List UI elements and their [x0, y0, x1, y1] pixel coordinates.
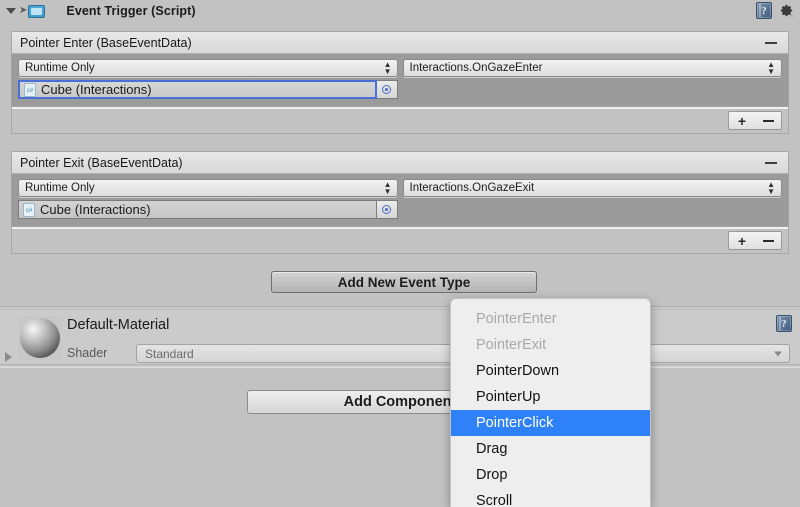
updown-arrows-icon: ▲ ▼: [767, 180, 775, 196]
triangle-down-icon[interactable]: [6, 8, 16, 14]
material-help-button[interactable]: [776, 315, 792, 332]
shader-value: Standard: [145, 346, 194, 361]
listener-right-spacer: [403, 80, 783, 99]
target-object-field[interactable]: Cube (Interactions): [18, 80, 377, 99]
minus-icon[interactable]: [765, 41, 777, 44]
event-block-body: Runtime Only ▲▼ Cube (Interactions) Inte…: [11, 173, 789, 227]
updown-arrows-icon: ▲ ▼: [767, 60, 775, 76]
event-block-pointer-exit: Pointer Exit (BaseEventData) Runtime Onl…: [11, 151, 789, 254]
csharp-script-icon: [23, 202, 35, 217]
event-block-pointer-enter: Pointer Enter (BaseEventData) Runtime On…: [11, 31, 789, 134]
target-object-value: Cube (Interactions): [41, 82, 152, 97]
material-section: Default-Material Shader Standard: [0, 309, 800, 364]
minus-icon[interactable]: [765, 161, 777, 164]
menu-item-pointerclick[interactable]: PointerClick: [451, 410, 650, 436]
menu-item-pointerup[interactable]: PointerUp: [451, 384, 650, 410]
listener-mode-dropdown[interactable]: Runtime Only ▲ ▼: [18, 59, 398, 77]
menu-item-drop[interactable]: Drop: [451, 462, 650, 488]
listener-function-dropdown[interactable]: Interactions.OnGazeExit ▲ ▼: [402, 179, 782, 197]
updown-arrows-icon: ▲ ▼: [383, 60, 392, 76]
page-title: Event Trigger (Script): [66, 4, 196, 18]
event-block-header[interactable]: Pointer Exit (BaseEventData): [11, 151, 789, 173]
inspector-bottom-area: Add Component: [0, 368, 800, 507]
event-listener-row: Runtime Only ▲▼ Cube (Interactions) Inte…: [18, 59, 782, 99]
gear-icon[interactable]: [779, 3, 794, 18]
remove-listener-button[interactable]: [755, 112, 781, 129]
event-block-title: Pointer Exit (BaseEventData): [20, 155, 183, 170]
shader-label: Shader: [67, 346, 108, 360]
menu-item-drag[interactable]: Drag: [451, 436, 650, 462]
event-block-body: Runtime Only ▲▼ Cube (Interactions) Inte…: [11, 53, 789, 107]
event-block-header[interactable]: Pointer Enter (BaseEventData): [11, 31, 789, 53]
component-header: ➤ Event Trigger (Script): [0, 0, 800, 22]
event-block-title: Pointer Enter (BaseEventData): [20, 35, 192, 50]
listener-function-value: Interactions.OnGazeEnter: [409, 62, 543, 74]
listener-right-column: Interactions.OnGazeExit ▲ ▼: [402, 179, 783, 219]
object-field-group: Cube (Interactions): [18, 200, 398, 219]
listener-right-column: Interactions.OnGazeEnter ▲ ▼: [402, 59, 783, 99]
listener-mode-dropdown[interactable]: Runtime Only ▲ ▼: [18, 179, 398, 197]
event-type-dropdown-menu: PointerEnter PointerExit PointerDown Poi…: [450, 298, 651, 507]
listener-left-column: Runtime Only ▲▼ Cube (Interactions): [18, 179, 398, 219]
target-object-field[interactable]: Cube (Interactions): [18, 200, 377, 219]
sphere-preview-icon: [18, 316, 62, 360]
listener-add-remove-buttons: +: [728, 231, 782, 250]
listener-right-spacer: [403, 200, 783, 219]
triangle-right-icon[interactable]: [5, 352, 12, 362]
add-new-event-type-button[interactable]: Add New Event Type: [271, 271, 537, 293]
menu-item-pointerdown[interactable]: PointerDown: [451, 358, 650, 384]
chevron-down-icon: [774, 351, 782, 356]
listener-function-dropdown[interactable]: Interactions.OnGazeEnter ▲ ▼: [402, 59, 782, 77]
object-field-group: Cube (Interactions): [18, 80, 398, 99]
object-picker-icon[interactable]: [376, 200, 398, 219]
menu-item-pointerenter: PointerEnter: [476, 311, 557, 327]
menu-item-scroll[interactable]: Scroll: [451, 488, 650, 507]
event-listener-footer: +: [11, 227, 789, 254]
listener-mode-value: Runtime Only: [25, 62, 95, 74]
target-object-value: Cube (Interactions): [40, 202, 151, 217]
chevron-right-icon: ➤: [19, 5, 28, 16]
remove-listener-button[interactable]: [755, 232, 781, 249]
event-listener-footer: +: [11, 107, 789, 134]
object-picker-icon[interactable]: [376, 80, 398, 99]
listener-left-column: Runtime Only ▲▼ Cube (Interactions): [18, 59, 398, 99]
csharp-script-icon: [24, 82, 36, 97]
add-listener-button[interactable]: +: [729, 112, 755, 129]
listener-mode-value: Runtime Only: [25, 182, 95, 194]
menu-item-pointerexit: PointerExit: [476, 337, 547, 353]
add-listener-button[interactable]: +: [729, 232, 755, 249]
updown-arrows-icon: ▲ ▼: [383, 180, 392, 196]
script-icon: [28, 4, 46, 18]
listener-function-value: Interactions.OnGazeExit: [409, 182, 535, 194]
help-book-icon: [776, 315, 792, 332]
component-header-actions: [756, 2, 794, 19]
material-name: Default-Material: [67, 317, 170, 333]
help-book-icon[interactable]: [756, 2, 772, 19]
listener-add-remove-buttons: +: [728, 111, 782, 130]
event-listener-row: Runtime Only ▲▼ Cube (Interactions) Inte…: [18, 179, 782, 219]
